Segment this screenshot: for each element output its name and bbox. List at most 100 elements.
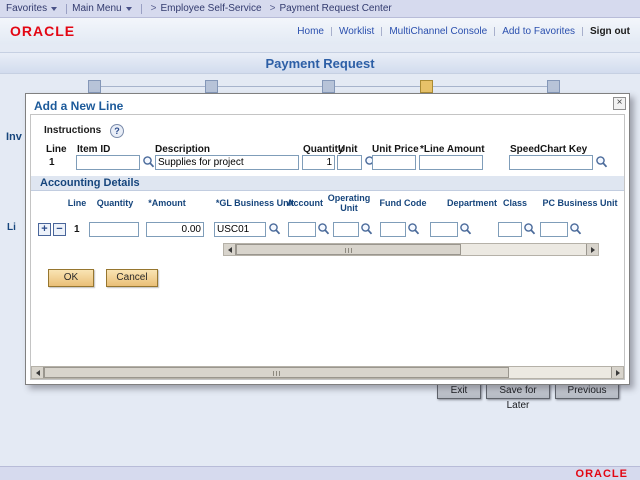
item-id-label: Item ID: [77, 144, 110, 155]
grid-scrollbar-track[interactable]: [236, 244, 586, 255]
line-amount-input[interactable]: [419, 155, 483, 170]
class-lookup-icon[interactable]: [523, 222, 537, 237]
row-amount-input[interactable]: [146, 222, 204, 237]
row-class-input[interactable]: [498, 222, 522, 237]
account-lookup-icon[interactable]: [317, 222, 331, 237]
col-department: Department: [442, 198, 502, 208]
separator: [331, 27, 332, 36]
page-title: Payment Request: [0, 52, 640, 74]
operating-unit-lookup-icon[interactable]: [360, 222, 374, 237]
speedchart-key-input[interactable]: [509, 155, 593, 170]
line-amount-label: *Line Amount: [420, 144, 485, 155]
separator: [141, 4, 142, 14]
row-gl-business-unit-input[interactable]: [214, 222, 266, 237]
col-pc-business-unit: PC Business Unit: [538, 198, 622, 208]
pc-business-unit-lookup-icon[interactable]: [569, 222, 583, 237]
speedchart-lookup-icon[interactable]: [595, 155, 609, 170]
home-link[interactable]: Home: [297, 26, 324, 37]
multichannel-console-link[interactable]: MultiChannel Console: [389, 26, 487, 37]
row-operating-unit-input[interactable]: [333, 222, 359, 237]
scroll-left-icon[interactable]: [224, 244, 236, 255]
row-department-input[interactable]: [430, 222, 458, 237]
sign-out-link[interactable]: Sign out: [590, 26, 630, 37]
scrollbar-grip-icon: [345, 248, 353, 253]
unit-input[interactable]: [337, 155, 362, 170]
unit-label: Unit: [338, 144, 357, 155]
chevron-down-icon: [51, 7, 57, 11]
col-fund-code: Fund Code: [378, 198, 428, 208]
delete-row-button[interactable]: −: [53, 223, 66, 236]
scroll-right-icon[interactable]: [611, 367, 623, 378]
invoice-section-label: Inv: [6, 131, 22, 143]
train-stop: [205, 80, 218, 93]
breadcrumb-bar: Favorites Main Menu > Employee Self-Serv…: [0, 0, 640, 18]
accounting-details-title: Accounting Details: [40, 177, 140, 189]
scroll-right-icon[interactable]: [586, 244, 598, 255]
train-stop: [322, 80, 335, 93]
breadcrumb-employee-self-service[interactable]: Employee Self-Service: [160, 3, 261, 14]
train-stop-current: [420, 80, 433, 93]
line-section-label: Li: [7, 222, 16, 233]
scroll-left-icon[interactable]: [32, 367, 44, 378]
page-header: ORACLE Home Worklist MultiChannel Consol…: [0, 18, 640, 44]
main-menu-label: Main Menu: [72, 3, 121, 14]
ok-button[interactable]: OK: [48, 269, 94, 287]
department-lookup-icon[interactable]: [459, 222, 473, 237]
train-stop: [88, 80, 101, 93]
speedchart-key-label: SpeedChart Key: [510, 144, 587, 155]
separator: [66, 4, 67, 14]
train-stop: [547, 80, 560, 93]
row-fund-code-input[interactable]: [380, 222, 406, 237]
cancel-button[interactable]: Cancel: [106, 269, 158, 287]
col-account: Account: [282, 198, 328, 208]
unit-price-input[interactable]: [372, 155, 416, 170]
gl-business-unit-lookup-icon[interactable]: [268, 222, 282, 237]
description-input[interactable]: [155, 155, 299, 170]
chevron-down-icon: [126, 7, 132, 11]
col-line: Line: [64, 198, 90, 208]
col-operating-unit: Operating Unit: [325, 193, 373, 213]
item-id-lookup-icon[interactable]: [142, 155, 156, 170]
line-number-value: 1: [49, 157, 55, 168]
help-icon[interactable]: ?: [110, 124, 124, 138]
description-label: Description: [155, 144, 210, 155]
row-pc-business-unit-input[interactable]: [540, 222, 568, 237]
quantity-input[interactable]: [302, 155, 335, 170]
close-icon[interactable]: ×: [613, 97, 626, 110]
col-amount: *Amount: [142, 198, 192, 208]
modal-horizontal-scrollbar[interactable]: [31, 366, 624, 379]
instructions-label: Instructions: [44, 125, 101, 136]
grid-scrollbar-thumb[interactable]: [236, 244, 461, 255]
application-window: Favorites Main Menu > Employee Self-Serv…: [0, 0, 640, 480]
favorites-menu[interactable]: Favorites: [6, 3, 57, 14]
line-field-label: Line: [46, 144, 67, 155]
row-line-value: 1: [74, 224, 80, 235]
breadcrumb-chevron: >: [151, 3, 157, 14]
header-links: Home Worklist MultiChannel Console Add t…: [290, 26, 630, 37]
item-id-input[interactable]: [76, 155, 140, 170]
modal-title: Add a New Line: [34, 99, 123, 113]
add-to-favorites-link[interactable]: Add to Favorites: [502, 26, 575, 37]
row-quantity-input[interactable]: [89, 222, 139, 237]
footer-bar: ORACLE: [0, 466, 640, 480]
favorites-menu-label: Favorites: [6, 3, 47, 14]
worklist-link[interactable]: Worklist: [339, 26, 374, 37]
add-row-button[interactable]: +: [38, 223, 51, 236]
scrollbar-grip-icon: [273, 371, 281, 376]
col-quantity: Quantity: [92, 198, 138, 208]
grid-horizontal-scrollbar[interactable]: [223, 243, 599, 256]
col-class: Class: [500, 198, 530, 208]
row-account-input[interactable]: [288, 222, 316, 237]
fund-code-lookup-icon[interactable]: [407, 222, 421, 237]
modal-scrollbar-thumb[interactable]: [44, 367, 509, 378]
main-menu[interactable]: Main Menu: [72, 3, 131, 14]
separator: [494, 27, 495, 36]
breadcrumb-payment-request-center[interactable]: Payment Request Center: [279, 3, 391, 14]
oracle-logo: ORACLE: [10, 23, 75, 39]
modal-scrollbar-track[interactable]: [44, 367, 611, 378]
oracle-logo-footer: ORACLE: [576, 468, 628, 480]
separator: [582, 27, 583, 36]
separator: [381, 27, 382, 36]
unit-price-label: Unit Price: [372, 144, 419, 155]
breadcrumb-chevron: >: [270, 3, 276, 14]
